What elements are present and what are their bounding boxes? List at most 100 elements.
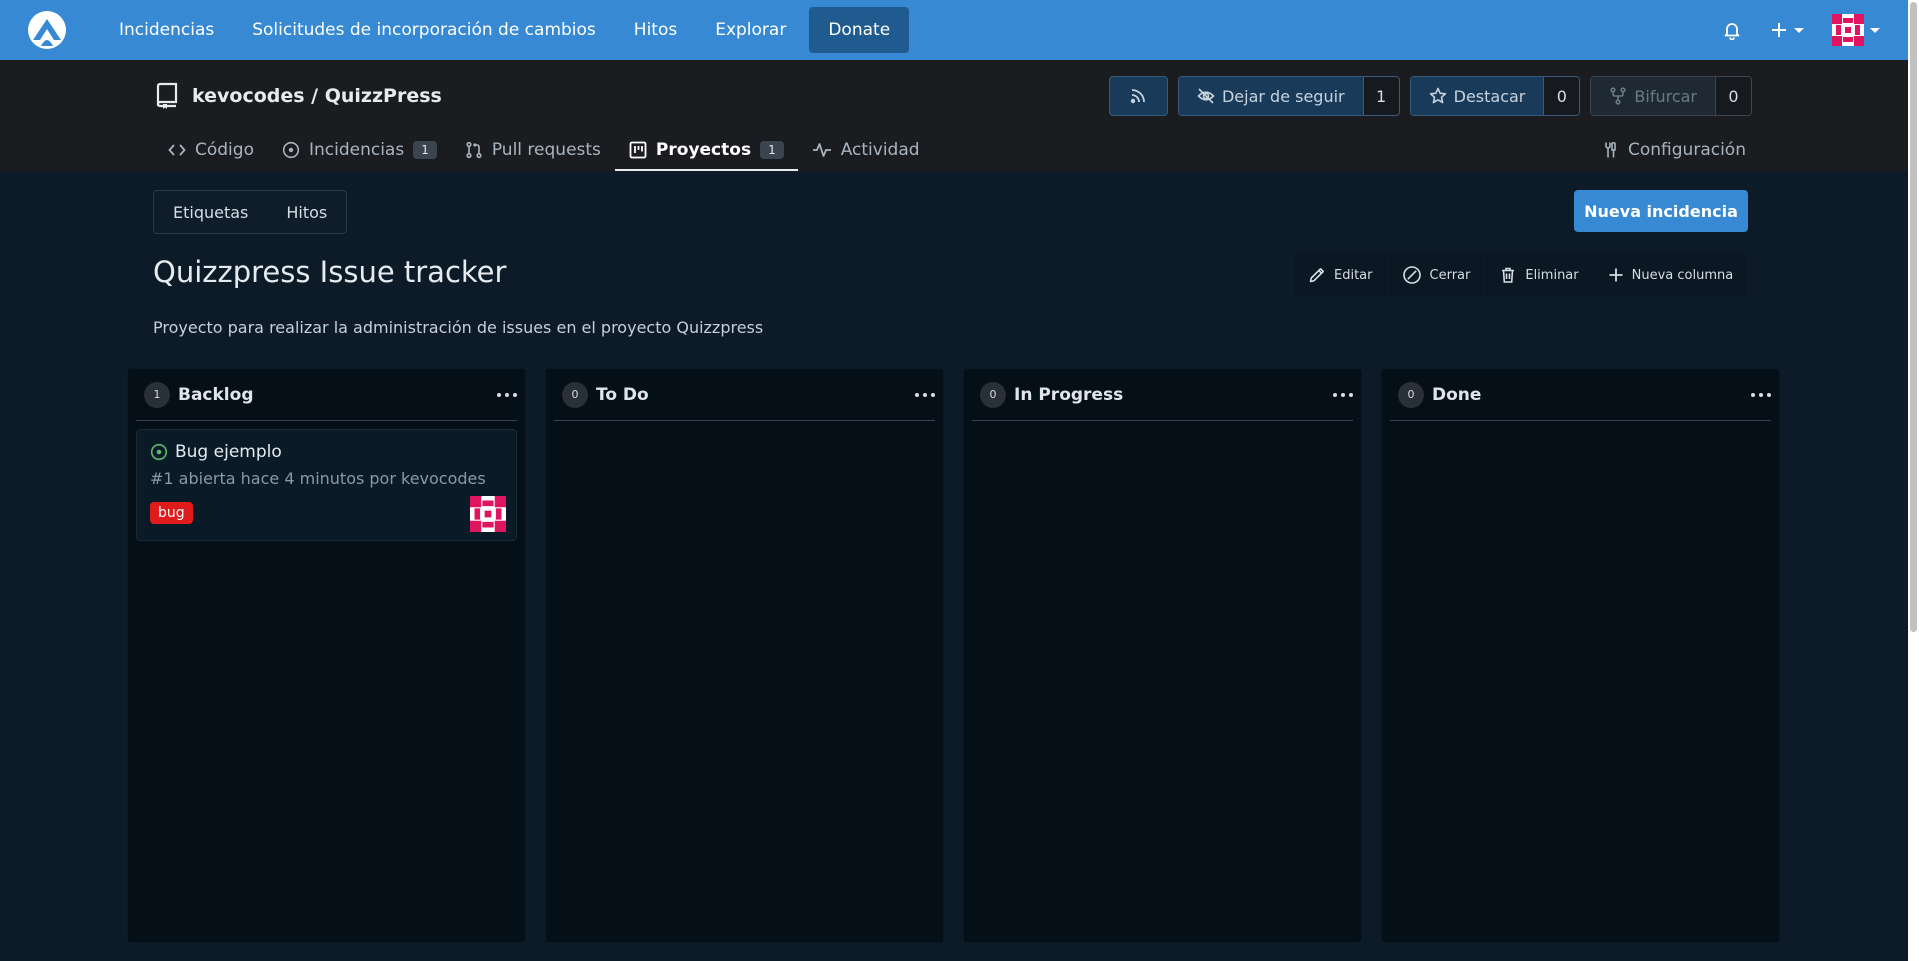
star-button[interactable]: Destacar xyxy=(1410,77,1544,115)
delete-project-button[interactable]: Eliminar xyxy=(1485,253,1594,297)
repo-icon xyxy=(156,82,178,109)
column-title: Done xyxy=(1432,384,1482,405)
column-header: 0 Done xyxy=(1390,369,1771,421)
nav-explore[interactable]: Explorar xyxy=(696,7,805,53)
project-icon xyxy=(629,141,647,159)
navbar-right xyxy=(1722,0,1880,60)
code-icon xyxy=(168,144,186,156)
rss-feed-button[interactable] xyxy=(1108,76,1168,116)
circle-slash-icon xyxy=(1402,266,1421,284)
pulse-icon xyxy=(812,143,831,157)
user-menu-dropdown[interactable] xyxy=(1832,14,1880,46)
column-issue-count: 0 xyxy=(980,381,1006,408)
tab-activity[interactable]: Actividad xyxy=(798,129,934,171)
star-icon xyxy=(1429,87,1446,104)
column-title: To Do xyxy=(596,384,649,405)
user-avatar xyxy=(1832,14,1864,46)
stars-count[interactable]: 0 xyxy=(1543,77,1580,115)
column-issue-count: 0 xyxy=(1398,381,1424,408)
fork-button-group: Bifurcar 0 xyxy=(1590,76,1752,116)
tools-icon xyxy=(1605,141,1616,158)
issue-card-title[interactable]: Bug ejemplo xyxy=(150,442,282,462)
tab-code-label: Código xyxy=(195,140,254,160)
column-header: 0 In Progress xyxy=(972,369,1353,421)
tab-pull-requests[interactable]: Pull requests xyxy=(451,129,615,171)
scrollbar-thumb[interactable] xyxy=(1910,2,1917,632)
watchers-count[interactable]: 1 xyxy=(1362,77,1399,115)
board-column-done[interactable]: 0 Done xyxy=(1381,368,1780,943)
plus-icon xyxy=(1609,268,1623,282)
nav-pull-requests[interactable]: Solicitudes de incorporación de cambios xyxy=(233,7,615,53)
tab-issues-label: Incidencias xyxy=(308,140,405,160)
tab-code[interactable]: Código xyxy=(154,129,268,171)
column-title: Backlog xyxy=(178,384,254,405)
unwatch-button[interactable]: Dejar de seguir xyxy=(1178,77,1363,115)
create-new-dropdown[interactable] xyxy=(1770,21,1804,39)
tab-settings[interactable]: Configuración xyxy=(1601,129,1746,171)
git-pull-request-icon xyxy=(466,141,482,159)
tab-projects[interactable]: Proyectos 1 xyxy=(614,129,798,171)
board-column-in-progress[interactable]: 0 In Progress xyxy=(963,368,1362,943)
project-title: Quizzpress Issue tracker xyxy=(153,255,507,289)
nav-donate-button[interactable]: Donate xyxy=(809,7,910,53)
plus-icon xyxy=(1772,23,1786,37)
new-column-button[interactable]: Nueva columna xyxy=(1593,253,1748,297)
new-column-label: Nueva columna xyxy=(1631,267,1734,283)
repo-tabs: Código Incidencias 1 Pull requests Proye… xyxy=(154,129,934,171)
top-navbar: Incidencias Solicitudes de incorporación… xyxy=(0,0,1908,60)
assignee-avatar[interactable] xyxy=(470,496,506,532)
project-board: 1 Backlog Bug ejemplo #1 abierta hace 4 … xyxy=(127,368,1780,943)
column-menu-icon[interactable] xyxy=(495,385,519,405)
edit-project-button[interactable]: Editar xyxy=(1294,253,1388,297)
column-header: 1 Backlog xyxy=(136,369,517,421)
tab-pulls-label: Pull requests xyxy=(491,140,601,160)
tab-settings-label: Configuración xyxy=(1628,140,1746,160)
close-label: Cerrar xyxy=(1429,267,1471,283)
unwatch-button-group: Dejar de seguir 1 xyxy=(1177,76,1400,116)
column-menu-icon[interactable] xyxy=(913,385,937,405)
issue-opened-icon xyxy=(150,443,168,461)
chevron-down-icon xyxy=(1870,27,1880,33)
milestones-link[interactable]: Hitos xyxy=(267,191,346,233)
column-menu-icon[interactable] xyxy=(1331,385,1355,405)
column-issue-count: 0 xyxy=(562,381,588,408)
forks-count[interactable]: 0 xyxy=(1715,77,1751,115)
board-column-todo[interactable]: 0 To Do xyxy=(545,368,944,943)
repo-owner-name-link[interactable]: kevocodes / QuizzPress xyxy=(192,85,442,107)
notifications-bell-icon[interactable] xyxy=(1722,20,1742,40)
issue-title-text: Bug ejemplo xyxy=(175,442,282,462)
projects-count-badge: 1 xyxy=(760,141,784,159)
issue-opened-icon xyxy=(282,141,300,159)
board-column-backlog[interactable]: 1 Backlog Bug ejemplo #1 abierta hace 4 … xyxy=(127,368,526,943)
labels-milestones-menu: Etiquetas Hitos xyxy=(153,190,348,234)
fork-button[interactable]: Bifurcar xyxy=(1591,77,1715,115)
page-scrollbar[interactable] xyxy=(1908,0,1919,961)
delete-label: Eliminar xyxy=(1525,267,1579,283)
repo-actions: Dejar de seguir 1 Destacar 0 Bifurcar 0 xyxy=(1108,76,1752,116)
repo-header: kevocodes / QuizzPress Dejar de seguir 1… xyxy=(0,60,1908,171)
close-project-button[interactable]: Cerrar xyxy=(1387,253,1486,297)
column-issue-count: 1 xyxy=(144,381,170,408)
pencil-icon xyxy=(1309,268,1324,283)
tab-issues[interactable]: Incidencias 1 xyxy=(268,129,451,171)
trash-icon xyxy=(1502,267,1515,283)
tab-projects-label: Proyectos xyxy=(655,140,752,160)
chevron-down-icon xyxy=(1794,27,1804,33)
issue-card[interactable]: Bug ejemplo #1 abierta hace 4 minutos po… xyxy=(136,429,517,541)
fork-icon xyxy=(1610,87,1626,105)
eye-closed-icon xyxy=(1197,88,1215,104)
unwatch-label: Dejar de seguir xyxy=(1221,86,1345,106)
star-label: Destacar xyxy=(1453,86,1526,106)
issues-count-badge: 1 xyxy=(413,141,437,159)
repo-title: kevocodes / QuizzPress xyxy=(154,82,442,110)
star-button-group: Destacar 0 xyxy=(1409,76,1581,116)
nav-issues[interactable]: Incidencias xyxy=(100,7,233,53)
nav-milestones[interactable]: Hitos xyxy=(615,7,696,53)
edit-label: Editar xyxy=(1334,267,1373,283)
new-issue-button[interactable]: Nueva incidencia xyxy=(1574,190,1748,232)
labels-link[interactable]: Etiquetas xyxy=(154,191,267,233)
column-menu-icon[interactable] xyxy=(1749,385,1773,405)
gitea-logo-icon[interactable] xyxy=(23,6,71,54)
column-title: In Progress xyxy=(1014,384,1124,405)
issue-label-bug[interactable]: bug xyxy=(150,502,193,524)
